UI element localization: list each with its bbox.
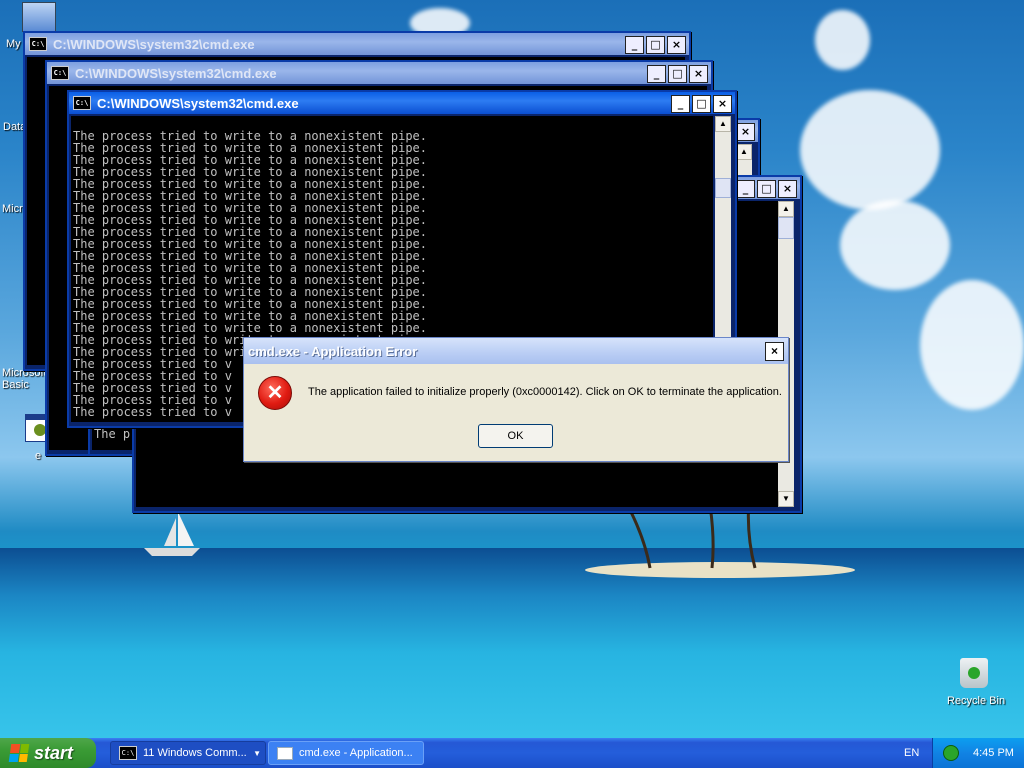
cmd-icon: C:\ — [51, 66, 69, 80]
recycle-bin-icon[interactable] — [960, 658, 988, 688]
taskbar-group-label: 11 Windows Comm... — [143, 747, 247, 759]
scroll-thumb[interactable] — [715, 178, 731, 198]
close-button[interactable]: × — [713, 95, 732, 113]
cmd-icon: C:\ — [73, 96, 91, 110]
start-label: start — [34, 742, 74, 763]
scroll-up-button[interactable]: ▲ — [715, 116, 731, 132]
network-icon[interactable] — [943, 745, 959, 761]
window-title: C:\WINDOWS\system32\cmd.exe — [53, 36, 255, 52]
window-titlebar[interactable]: C:\ C:\WINDOWS\system32\cmd.exe _ □ × — [47, 62, 711, 84]
cmd-icon: C:\ — [119, 746, 137, 760]
maximize-button[interactable]: □ — [668, 65, 687, 83]
minimize-button[interactable]: _ — [736, 180, 755, 198]
ok-button[interactable]: OK — [478, 424, 553, 448]
taskbar-active-label: cmd.exe - Application... — [299, 747, 413, 759]
cloud — [800, 90, 940, 210]
minimize-button[interactable]: _ — [671, 95, 690, 113]
maximize-button[interactable]: □ — [646, 36, 665, 54]
window-title: C:\WINDOWS\system32\cmd.exe — [75, 65, 277, 81]
error-message: The application failed to initialize pro… — [308, 386, 782, 398]
close-button[interactable]: × — [667, 36, 686, 54]
sailboat-image — [144, 512, 200, 556]
application-error-dialog[interactable]: cmd.exe - Application Error × ✕ The appl… — [243, 337, 789, 462]
minimize-button[interactable]: _ — [625, 36, 644, 54]
cloud — [815, 10, 870, 70]
windows-logo-icon — [8, 744, 30, 762]
close-button[interactable]: × — [765, 342, 784, 361]
window-icon — [277, 746, 293, 760]
clock[interactable]: 4:45 PM — [973, 747, 1014, 759]
my-computer-icon[interactable] — [22, 2, 56, 32]
scroll-up-button[interactable]: ▲ — [736, 144, 752, 160]
scroll-thumb[interactable] — [778, 217, 794, 239]
close-button[interactable]: × — [778, 180, 797, 198]
taskbar-group-button[interactable]: C:\ 11 Windows Comm... ▼ — [110, 741, 266, 765]
sea — [0, 548, 1024, 738]
desktop-icon-label: e — [35, 450, 42, 462]
chevron-down-icon: ▼ — [253, 748, 261, 758]
close-button[interactable]: × — [736, 123, 755, 141]
cmd-icon: C:\ — [29, 37, 47, 51]
window-titlebar[interactable]: C:\ C:\WINDOWS\system32\cmd.exe _ □ × — [25, 33, 689, 55]
close-button[interactable]: × — [689, 65, 708, 83]
desktop-icon-label: My — [6, 38, 21, 50]
error-icon: ✕ — [258, 376, 292, 410]
recycle-bin-label: Recycle Bin — [947, 695, 1006, 707]
dialog-titlebar[interactable]: cmd.exe - Application Error — [244, 338, 788, 364]
dialog-title: cmd.exe - Application Error — [248, 343, 418, 359]
start-button[interactable]: start — [0, 738, 96, 768]
minimize-button[interactable]: _ — [647, 65, 666, 83]
taskbar: start C:\ 11 Windows Comm... ▼ cmd.exe -… — [0, 738, 1024, 768]
language-indicator[interactable]: EN — [904, 747, 919, 759]
console-line: The p — [94, 427, 131, 441]
window-titlebar[interactable]: C:\ C:\WINDOWS\system32\cmd.exe _ □ × — [69, 92, 735, 114]
system-tray: 4:45 PM — [932, 738, 1024, 768]
window-title: C:\WINDOWS\system32\cmd.exe — [97, 95, 299, 111]
cloud — [840, 200, 950, 290]
scroll-down-button[interactable]: ▼ — [778, 491, 794, 507]
taskbar-active-button[interactable]: cmd.exe - Application... — [268, 741, 424, 765]
cloud — [920, 280, 1024, 410]
scroll-up-button[interactable]: ▲ — [778, 201, 794, 217]
maximize-button[interactable]: □ — [757, 180, 776, 198]
maximize-button[interactable]: □ — [692, 95, 711, 113]
